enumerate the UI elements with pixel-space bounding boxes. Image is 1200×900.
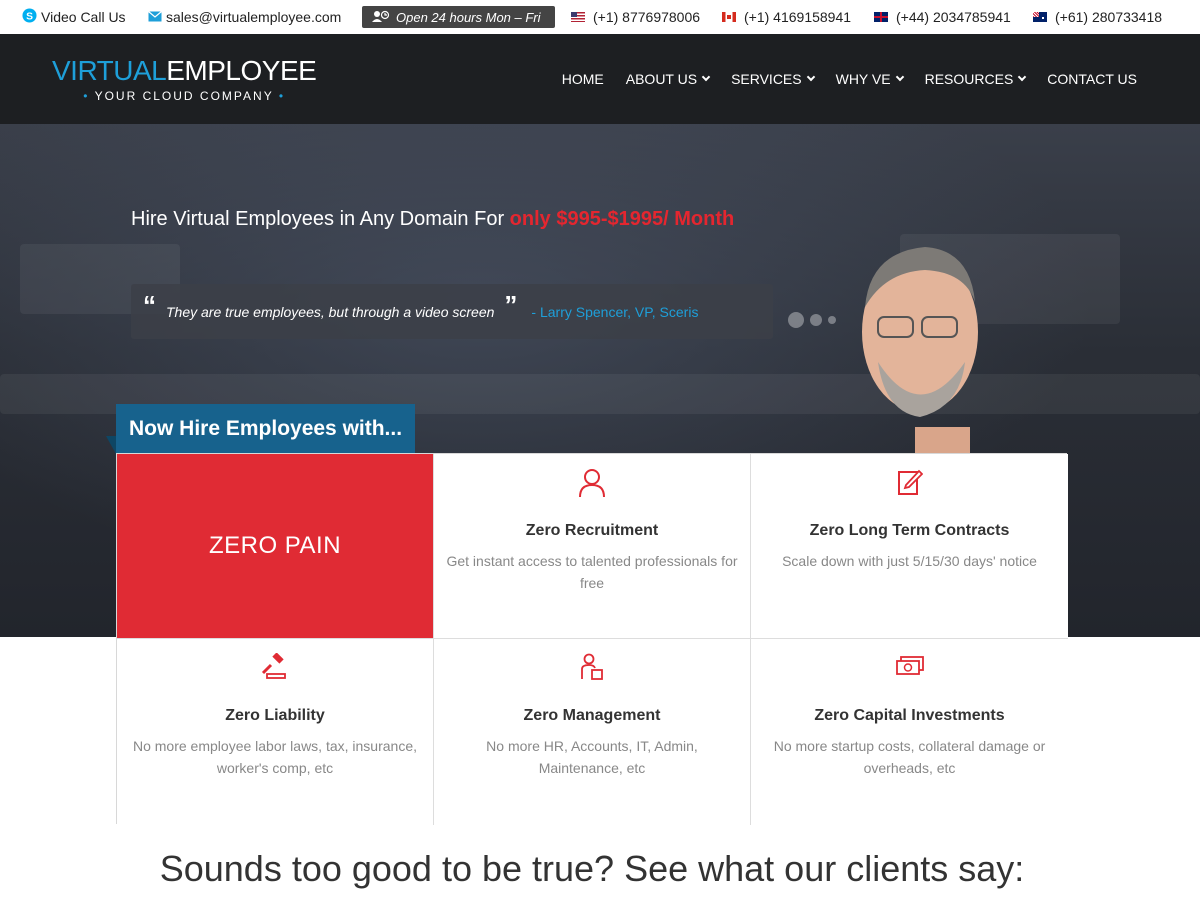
chevron-down-icon bbox=[895, 72, 904, 82]
testimonials-heading: Sounds too good to be true? See what our… bbox=[159, 848, 1025, 889]
phone-us[interactable]: (+1) 8776978006 bbox=[571, 0, 700, 34]
features-grid: ZERO PAIN Zero Recruitment Get instant a… bbox=[116, 453, 1068, 825]
nav-contact-label: CONTACT US bbox=[1047, 71, 1137, 87]
tag-fold bbox=[106, 436, 116, 454]
top-bar: S Video Call Us sales@virtualemployee.co… bbox=[0, 0, 1200, 34]
feature-title: Zero Capital Investments bbox=[814, 707, 1005, 724]
hire-tag: Now Hire Employees with... bbox=[116, 404, 416, 453]
feature-desc: No more employee labor laws, tax, insura… bbox=[132, 738, 418, 776]
phone-uk[interactable]: (+44) 2034785941 bbox=[874, 0, 1011, 34]
feature-desc: Get instant access to talented professio… bbox=[446, 553, 738, 591]
main-navbar: VIRTUALEMPLOYEE • YOUR CLOUD COMPANY • H… bbox=[0, 34, 1200, 124]
uk-flag-icon bbox=[874, 12, 888, 22]
phone-uk-label: (+44) 2034785941 bbox=[896, 9, 1011, 25]
nav-services[interactable]: SERVICES bbox=[720, 71, 825, 87]
feature-zero-capital: Zero Capital Investments No more startup… bbox=[751, 639, 1068, 825]
skype-icon: S bbox=[22, 8, 37, 26]
phone-ca-label: (+1) 4169158941 bbox=[744, 9, 852, 25]
zero-pain-label: ZERO PAIN bbox=[208, 532, 342, 559]
video-call-label: Video Call Us bbox=[41, 9, 126, 25]
nav-menu: HOME ABOUT US SERVICES WHY VE RESOURCES … bbox=[551, 34, 1148, 124]
logo-part-employee: EMPLOYEE bbox=[166, 55, 317, 86]
support-icon bbox=[372, 10, 390, 25]
feature-title: Zero Liability bbox=[225, 707, 325, 724]
close-quote-icon: ” bbox=[504, 289, 518, 320]
feature-zero-management: Zero Management No more HR, Accounts, IT… bbox=[434, 639, 751, 825]
zero-pain-cell: ZERO PAIN bbox=[117, 454, 434, 639]
testimonial-quote: “ They are true employees, but through a… bbox=[131, 284, 773, 339]
hero-price: only $995-$1995/ Month bbox=[509, 208, 735, 230]
phone-ca[interactable]: (+1) 4169158941 bbox=[722, 0, 851, 34]
logo-wordmark: VIRTUALEMPLOYEE bbox=[52, 55, 317, 86]
logo-tagline-text: YOUR CLOUD COMPANY bbox=[94, 89, 274, 103]
chevron-down-icon bbox=[701, 72, 711, 82]
hours-label: Open 24 hours Mon – Fri bbox=[396, 9, 541, 25]
envelope-icon bbox=[148, 9, 162, 25]
nav-home[interactable]: HOME bbox=[551, 71, 615, 87]
nav-why-label: WHY VE bbox=[835, 71, 891, 87]
nav-services-label: SERVICES bbox=[731, 71, 802, 87]
feature-title: Zero Management bbox=[523, 707, 661, 724]
open-quote-icon: “ bbox=[143, 289, 156, 320]
chevron-down-icon bbox=[806, 72, 815, 82]
feature-desc: No more HR, Accounts, IT, Admin, Mainten… bbox=[486, 738, 698, 776]
nav-home-label: HOME bbox=[561, 71, 604, 87]
quote-text: They are true employees, but through a v… bbox=[166, 303, 495, 320]
manager-icon bbox=[434, 653, 750, 683]
feature-desc: No more startup costs, collateral damage… bbox=[773, 738, 1046, 776]
hours-badge: Open 24 hours Mon – Fri bbox=[362, 0, 555, 34]
canada-flag-icon bbox=[722, 12, 736, 22]
nav-resources-label: RESOURCES bbox=[924, 71, 1014, 87]
us-flag-icon bbox=[571, 12, 585, 22]
hero-headline-text: Hire Virtual Employees in Any Domain For bbox=[131, 208, 510, 230]
video-call-link[interactable]: S Video Call Us bbox=[22, 0, 126, 34]
email-link[interactable]: sales@virtualemployee.com bbox=[148, 0, 341, 34]
feature-zero-recruitment: Zero Recruitment Get instant access to t… bbox=[434, 454, 751, 639]
nav-about-label: ABOUT US bbox=[625, 71, 698, 87]
phone-au[interactable]: (+61) 280733418 bbox=[1033, 0, 1162, 34]
gavel-icon bbox=[117, 653, 433, 683]
nav-resources[interactable]: RESOURCES bbox=[914, 71, 1037, 87]
edit-document-icon bbox=[751, 468, 1068, 498]
nav-why-ve[interactable]: WHY VE bbox=[825, 71, 914, 87]
phone-us-label: (+1) 8776978006 bbox=[593, 9, 701, 25]
nav-about-us[interactable]: ABOUT US bbox=[615, 71, 720, 87]
quote-author: - Larry Spencer, VP, Sceris bbox=[531, 303, 699, 320]
feature-title: Zero Recruitment bbox=[525, 522, 659, 539]
nav-contact-us[interactable]: CONTACT US bbox=[1036, 71, 1148, 87]
phone-au-label: (+61) 280733418 bbox=[1055, 9, 1163, 25]
email-label: sales@virtualemployee.com bbox=[166, 9, 342, 25]
money-icon bbox=[751, 653, 1068, 683]
logo-part-virtual: VIRTUAL bbox=[52, 55, 167, 86]
logo-tagline: • YOUR CLOUD COMPANY • bbox=[83, 89, 286, 103]
feature-zero-contracts: Zero Long Term Contracts Scale down with… bbox=[751, 454, 1068, 639]
hero-headline: Hire Virtual Employees in Any Domain For… bbox=[131, 208, 734, 231]
hire-tag-text: Now Hire Employees with... bbox=[129, 416, 403, 440]
user-icon bbox=[434, 468, 750, 498]
feature-desc: Scale down with just 5/15/30 days' notic… bbox=[782, 553, 1037, 569]
svg-text:S: S bbox=[26, 11, 33, 22]
chevron-down-icon bbox=[1018, 72, 1027, 82]
site-logo[interactable]: VIRTUALEMPLOYEE • YOUR CLOUD COMPANY • bbox=[52, 55, 317, 104]
feature-zero-liability: Zero Liability No more employee labor la… bbox=[117, 639, 434, 825]
australia-flag-icon bbox=[1033, 12, 1047, 22]
feature-title: Zero Long Term Contracts bbox=[809, 522, 1010, 539]
